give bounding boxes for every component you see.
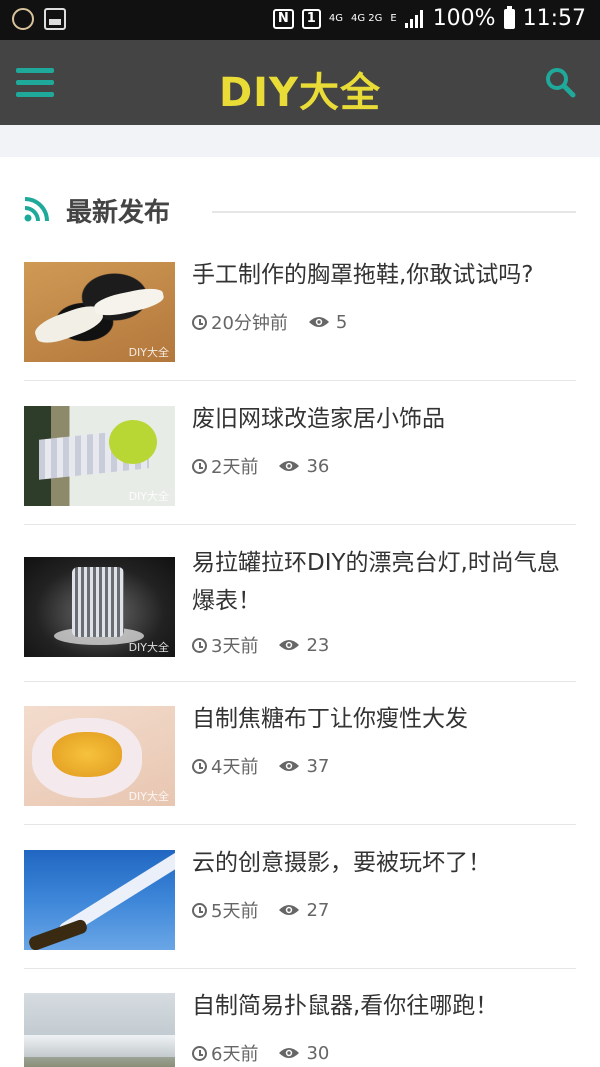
list-divider: [24, 524, 576, 525]
article-title[interactable]: 废旧网球改造家居小饰品: [192, 400, 576, 438]
article-views: 5: [335, 311, 348, 333]
sim-badge: 1: [301, 8, 321, 29]
article-views: 27: [306, 899, 330, 921]
section-title: 最新发布: [66, 198, 171, 228]
article-time: 6天前: [211, 1044, 259, 1065]
article-thumbnail[interactable]: DIY大全: [24, 406, 175, 506]
article-meta: 20分钟前 5: [192, 309, 347, 335]
article-meta: 2天前 36: [192, 453, 329, 479]
eye-icon: [279, 461, 300, 471]
article-title[interactable]: 易拉罐拉环DIY的漂亮台灯,时尚气息爆表！: [192, 544, 576, 620]
article-time: 20分钟前: [211, 313, 288, 334]
eye-icon: [279, 905, 300, 915]
article-meta: 4天前 37: [192, 753, 329, 779]
clock-icon: [192, 758, 207, 774]
status-bar: N 1 4G 4G 2G E 100% 11:57: [0, 0, 600, 40]
article-title[interactable]: 手工制作的胸罩拖鞋,你敢试试吗?: [192, 256, 576, 294]
article-time: 4天前: [211, 757, 259, 778]
battery-icon: [503, 5, 515, 29]
thumbnail-watermark: DIY大全: [128, 790, 169, 803]
eye-icon: [308, 317, 329, 327]
article-thumbnail[interactable]: [24, 850, 175, 950]
article-meta: 3天前 23: [192, 632, 329, 658]
article-thumbnail[interactable]: DIY大全: [24, 706, 175, 806]
article-title[interactable]: 自制简易扑鼠器,看你往哪跑！: [192, 987, 576, 1025]
list-item[interactable]: 云的创意摄影，要被玩坏了！ 5天前 27: [24, 850, 576, 969]
clock-icon: [192, 314, 207, 330]
nfc-icon: N: [272, 8, 294, 29]
rss-icon: [24, 197, 49, 222]
face-notification-icon: [12, 8, 34, 30]
article-thumbnail[interactable]: [24, 993, 175, 1067]
network-4g-2g-label: 4G 2G: [350, 12, 383, 24]
list-divider: [24, 681, 576, 682]
article-views: 36: [306, 455, 330, 477]
thumbnail-watermark: DIY大全: [128, 641, 169, 654]
eye-icon: [279, 640, 300, 650]
signal-icon: [404, 9, 425, 28]
article-thumbnail[interactable]: DIY大全: [24, 262, 175, 362]
site-logo[interactable]: DIY大全: [0, 60, 600, 118]
article-views: 30: [306, 1042, 330, 1064]
network-e-label: E: [390, 12, 397, 24]
network-4g-label: 4G: [328, 12, 343, 24]
list-item[interactable]: DIY大全 废旧网球改造家居小饰品 2天前 36: [24, 406, 576, 525]
article-meta: 6天前 30: [192, 1040, 329, 1066]
article-views: 23: [306, 634, 330, 656]
list-item[interactable]: 自制简易扑鼠器,看你往哪跑！ 6天前 30: [24, 993, 576, 1067]
app-header: DIY大全: [0, 40, 600, 125]
article-time: 5天前: [211, 901, 259, 922]
article-time: 3天前: [211, 636, 259, 657]
eye-icon: [279, 1048, 300, 1058]
thumbnail-watermark: DIY大全: [128, 346, 169, 359]
clock-icon: [192, 902, 207, 918]
image-notification-icon: [44, 8, 66, 30]
list-item[interactable]: DIY大全 自制焦糖布丁让你瘦性大发 4天前 37: [24, 706, 576, 825]
section-heading: 最新发布: [24, 190, 576, 230]
clock-icon: [192, 1045, 207, 1061]
article-title[interactable]: 云的创意摄影，要被玩坏了！: [192, 844, 576, 882]
list-item[interactable]: DIY大全 易拉罐拉环DIY的漂亮台灯,时尚气息爆表！ 3天前 23: [24, 545, 576, 682]
list-divider: [24, 380, 576, 381]
list-divider: [24, 824, 576, 825]
header-band: [0, 125, 600, 157]
article-thumbnail[interactable]: DIY大全: [24, 557, 175, 657]
search-icon[interactable]: [544, 66, 576, 98]
eye-icon: [279, 761, 300, 771]
section-divider: [212, 211, 576, 213]
clock-icon: [192, 637, 207, 653]
clock-time: 11:57: [522, 6, 586, 31]
list-item[interactable]: DIY大全 手工制作的胸罩拖鞋,你敢试试吗? 20分钟前 5: [24, 262, 576, 381]
thumbnail-watermark: DIY大全: [128, 490, 169, 503]
list-divider: [24, 968, 576, 969]
article-title[interactable]: 自制焦糖布丁让你瘦性大发: [192, 700, 576, 738]
article-time: 2天前: [211, 457, 259, 478]
article-views: 37: [306, 755, 330, 777]
battery-percent: 100%: [432, 6, 496, 31]
article-meta: 5天前 27: [192, 897, 329, 923]
clock-icon: [192, 458, 207, 474]
